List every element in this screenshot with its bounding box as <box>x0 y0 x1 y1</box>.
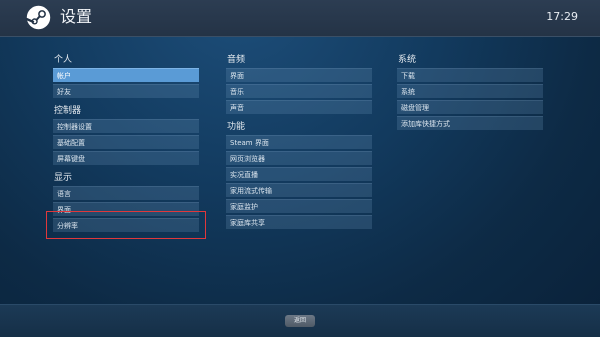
menu-item-sound[interactable]: 声音 <box>226 100 372 114</box>
menu-item-add-library-shortcut[interactable]: 添加库快捷方式 <box>397 116 543 130</box>
section-audio: 音频 界面 音乐 声音 <box>226 53 372 114</box>
settings-column-2: 音频 界面 音乐 声音 功能 Steam 界面 网页浏览器 实况直播 家用流式传… <box>226 53 372 233</box>
settings-column-3: 系统 下载 系统 磁盘管理 添加库快捷方式 <box>397 53 543 134</box>
top-bar: 设置 17:29 <box>0 0 600 37</box>
menu-item-audio-interface[interactable]: 界面 <box>226 68 372 82</box>
menu-item-base-config[interactable]: 基础配置 <box>53 135 199 149</box>
menu-item-interface[interactable]: 界面 <box>53 202 199 216</box>
menu-item-system[interactable]: 系统 <box>397 84 543 98</box>
clock: 17:29 <box>546 10 578 23</box>
section-controller: 控制器 控制器设置 基础配置 屏幕键盘 <box>53 104 199 165</box>
menu-item-web-browser[interactable]: 网页浏览器 <box>226 151 372 165</box>
menu-item-account[interactable]: 帐户 <box>53 68 199 82</box>
menu-item-onscreen-keyboard[interactable]: 屏幕键盘 <box>53 151 199 165</box>
section-title: 系统 <box>398 55 417 65</box>
settings-column-1: 个人 帐户 好友 控制器 控制器设置 基础配置 屏幕键盘 显示 语言 界面 分辨… <box>46 53 206 239</box>
menu-item-language[interactable]: 语言 <box>53 186 199 200</box>
menu-item-broadcasting[interactable]: 实况直播 <box>226 167 372 181</box>
menu-item-resolution[interactable]: 分辨率 <box>46 211 206 239</box>
menu-item-music[interactable]: 音乐 <box>226 84 372 98</box>
menu-item-controller-settings[interactable]: 控制器设置 <box>53 119 199 133</box>
menu-item-friends[interactable]: 好友 <box>53 84 199 98</box>
menu-item-family-view[interactable]: 家庭监护 <box>226 199 372 213</box>
section-features: 功能 Steam 界面 网页浏览器 实况直播 家用流式传输 家庭监护 家庭库共享 <box>226 120 372 229</box>
menu-item-downloads[interactable]: 下载 <box>397 68 543 82</box>
section-display: 显示 语言 界面 分辨率 <box>46 171 206 239</box>
menu-item-storage-manager[interactable]: 磁盘管理 <box>397 100 543 114</box>
section-title: 个人 <box>54 55 73 65</box>
section-personal: 个人 帐户 好友 <box>53 53 199 98</box>
bottom-bar: 返回 <box>0 304 600 337</box>
menu-item-in-home-streaming[interactable]: 家用流式传输 <box>226 183 372 197</box>
page-title: 设置 <box>60 7 93 26</box>
steam-logo-icon <box>26 5 51 30</box>
section-system: 系统 下载 系统 磁盘管理 添加库快捷方式 <box>397 53 543 130</box>
section-title: 控制器 <box>54 106 82 116</box>
menu-item-family-sharing[interactable]: 家庭库共享 <box>226 215 372 229</box>
menu-item-steam-overlay[interactable]: Steam 界面 <box>226 135 372 149</box>
section-title: 功能 <box>227 122 246 132</box>
section-title: 音频 <box>227 55 246 65</box>
back-button[interactable]: 返回 <box>285 315 315 327</box>
section-title: 显示 <box>54 173 73 183</box>
